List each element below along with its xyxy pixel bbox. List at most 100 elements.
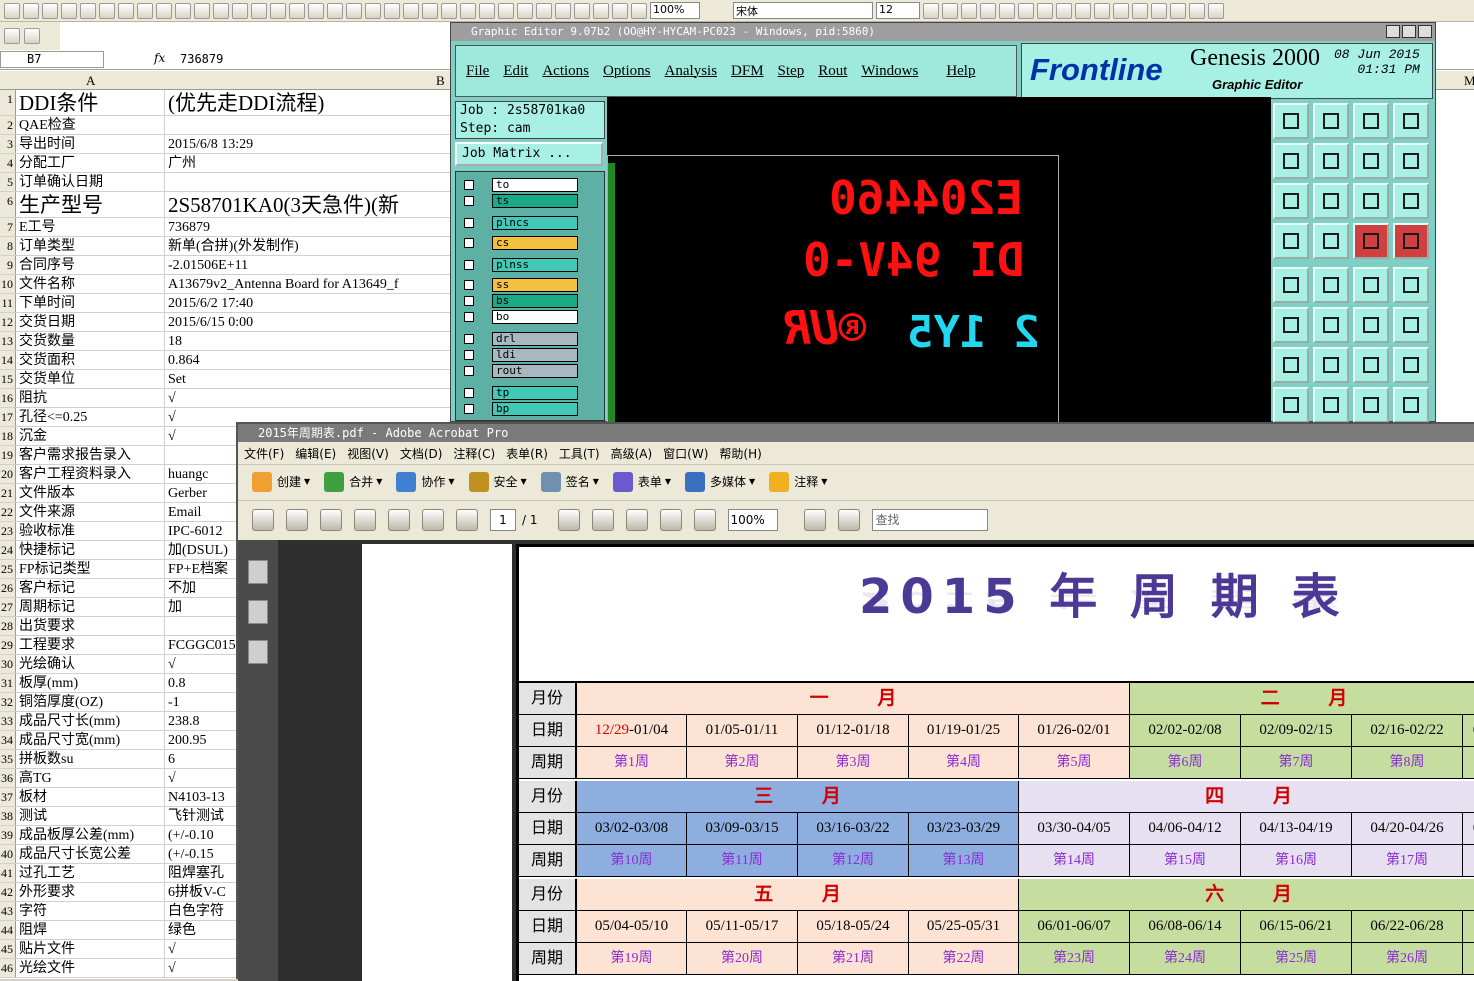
- sheet-row[interactable]: 15 交货单位 Set: [0, 370, 470, 389]
- excel-toolbar-icon[interactable]: [251, 2, 267, 19]
- row-number[interactable]: 35: [0, 750, 16, 768]
- cell-b[interactable]: [167, 173, 467, 191]
- excel-toolbar-icon[interactable]: [42, 2, 58, 19]
- cell-b[interactable]: 新单(合拼)(外发制作): [167, 237, 467, 255]
- sheet-row[interactable]: 7 E工号 736879: [0, 218, 470, 237]
- maximize-button[interactable]: [1402, 25, 1416, 38]
- cell-a[interactable]: 交货面积: [18, 351, 165, 369]
- cell-b[interactable]: Set: [167, 370, 467, 388]
- sheet-row[interactable]: 8 订单类型 新单(合拼)(外发制作): [0, 237, 470, 256]
- excel-font-size[interactable]: 12: [876, 2, 920, 19]
- pages-panel-icon[interactable]: [248, 560, 268, 584]
- row-number[interactable]: 44: [0, 921, 16, 939]
- layer-name[interactable]: cs: [492, 236, 578, 250]
- tool-button[interactable]: [1313, 223, 1349, 259]
- sheet-row[interactable]: 6 生产型号 2S58701KA0(3天急件)(新: [0, 192, 470, 218]
- tool-button[interactable]: [1353, 223, 1389, 259]
- excel-toolbar-icon[interactable]: [631, 2, 647, 19]
- row-number[interactable]: 2: [0, 116, 16, 134]
- cell-a[interactable]: 文件名称: [18, 275, 165, 293]
- cell-a[interactable]: 成品板厚公差(mm): [18, 826, 165, 844]
- excel-toolbar-icon[interactable]: [308, 2, 324, 19]
- signatures-panel-icon[interactable]: [248, 640, 268, 664]
- sheet-row[interactable]: 14 交货面积 0.864: [0, 351, 470, 370]
- layer-checkbox[interactable]: [464, 388, 474, 398]
- row-number[interactable]: 21: [0, 484, 16, 502]
- tool-button[interactable]: [1353, 103, 1389, 139]
- tool-4[interactable]: 签名 ▼: [540, 471, 599, 492]
- excel-toolbar-icon[interactable]: [384, 2, 400, 19]
- layer-checkbox[interactable]: [464, 180, 474, 190]
- cell-a[interactable]: 阻抗: [18, 389, 165, 407]
- zoom-out-icon[interactable]: [659, 508, 682, 531]
- row-number[interactable]: 3: [0, 135, 16, 153]
- find-input[interactable]: 查找: [871, 508, 988, 531]
- row-number[interactable]: 25: [0, 560, 16, 578]
- row-number[interactable]: 36: [0, 769, 16, 787]
- row-number[interactable]: 45: [0, 940, 16, 958]
- layer-checkbox[interactable]: [464, 366, 474, 376]
- excel-format-icon[interactable]: [1075, 2, 1091, 19]
- cell-b[interactable]: √: [167, 389, 467, 407]
- row-number[interactable]: 42: [0, 883, 16, 901]
- layer-row[interactable]: plncs: [460, 216, 580, 230]
- cell-b[interactable]: 2S58701KA0(3天急件)(新: [167, 192, 467, 217]
- tool-button[interactable]: [1353, 307, 1389, 343]
- row-number[interactable]: 43: [0, 902, 16, 920]
- bookmarks-panel-icon[interactable]: [248, 600, 268, 624]
- row-number[interactable]: 38: [0, 807, 16, 825]
- tool-button[interactable]: [1273, 347, 1309, 383]
- tool-button[interactable]: [1273, 267, 1309, 303]
- layer-name[interactable]: ts: [492, 194, 578, 208]
- layer-name[interactable]: tp: [492, 386, 578, 400]
- cell-a[interactable]: 周期标记: [18, 598, 165, 616]
- cell-a[interactable]: 导出时间: [18, 135, 165, 153]
- cell-b[interactable]: 0.864: [167, 351, 467, 369]
- cell-a[interactable]: 铜箔厚度(OZ): [18, 693, 165, 711]
- row-number[interactable]: 28: [0, 617, 16, 635]
- row-number[interactable]: 32: [0, 693, 16, 711]
- row-number[interactable]: 8: [0, 237, 16, 255]
- zoom-tool-icon[interactable]: [625, 508, 648, 531]
- acrobat-menu-item[interactable]: 帮助(H): [719, 445, 761, 462]
- sheet-row[interactable]: 5 订单确认日期: [0, 173, 470, 192]
- cell-a[interactable]: 交货日期: [18, 313, 165, 331]
- select-tool-icon[interactable]: [557, 508, 580, 531]
- excel-small-icon[interactable]: [4, 28, 20, 44]
- excel-toolbar-icon[interactable]: [536, 2, 552, 19]
- layer-row[interactable]: drl: [460, 332, 580, 346]
- menu-edit[interactable]: Edit: [503, 63, 528, 80]
- row-number[interactable]: 27: [0, 598, 16, 616]
- tool-button[interactable]: [1313, 267, 1349, 303]
- excel-toolbar-icon[interactable]: [593, 2, 609, 19]
- excel-toolbar-icon[interactable]: [403, 2, 419, 19]
- cell-a[interactable]: 成品尺寸长(mm): [18, 712, 165, 730]
- sheet-row[interactable]: 16 阻抗 √: [0, 389, 470, 408]
- excel-toolbar-icon[interactable]: [99, 2, 115, 19]
- sheet-row[interactable]: 4 分配工厂 广州: [0, 154, 470, 173]
- cell-b[interactable]: -2.01506E+11: [167, 256, 467, 274]
- layer-name[interactable]: bp: [492, 402, 578, 416]
- cell-a[interactable]: 成品尺寸宽(mm): [18, 731, 165, 749]
- sheet-row[interactable]: 13 交货数量 18: [0, 332, 470, 351]
- cell-b[interactable]: 2015/6/15 0:00: [167, 313, 467, 331]
- name-box[interactable]: B7: [0, 51, 104, 68]
- cell-b[interactable]: A13679v2_Antenna Board for A13649_f: [167, 275, 467, 293]
- menu-actions[interactable]: Actions: [542, 63, 589, 80]
- pdf-page[interactable]: 2015 年 周 期 表 2015 年 周 期 表 月份 日期 周期一 月二 月 12…: [516, 544, 1474, 981]
- layer-checkbox[interactable]: [464, 280, 474, 290]
- tool-2[interactable]: 协作 ▼: [396, 471, 455, 492]
- layer-checkbox[interactable]: [464, 350, 474, 360]
- excel-toolbar-icon[interactable]: [118, 2, 134, 19]
- layer-checkbox[interactable]: [464, 334, 474, 344]
- excel-toolbar-icon[interactable]: [156, 2, 172, 19]
- excel-toolbar-icon[interactable]: [517, 2, 533, 19]
- menu-options[interactable]: Options: [603, 63, 651, 80]
- cell-a[interactable]: FP标记类型: [18, 560, 165, 578]
- tool-button[interactable]: [1313, 307, 1349, 343]
- cell-a[interactable]: 快捷标记: [18, 541, 165, 559]
- excel-toolbar-icon[interactable]: [479, 2, 495, 19]
- fit-width-icon[interactable]: [837, 508, 860, 531]
- tool-button[interactable]: [1273, 143, 1309, 179]
- excel-format-icon[interactable]: [1113, 2, 1129, 19]
